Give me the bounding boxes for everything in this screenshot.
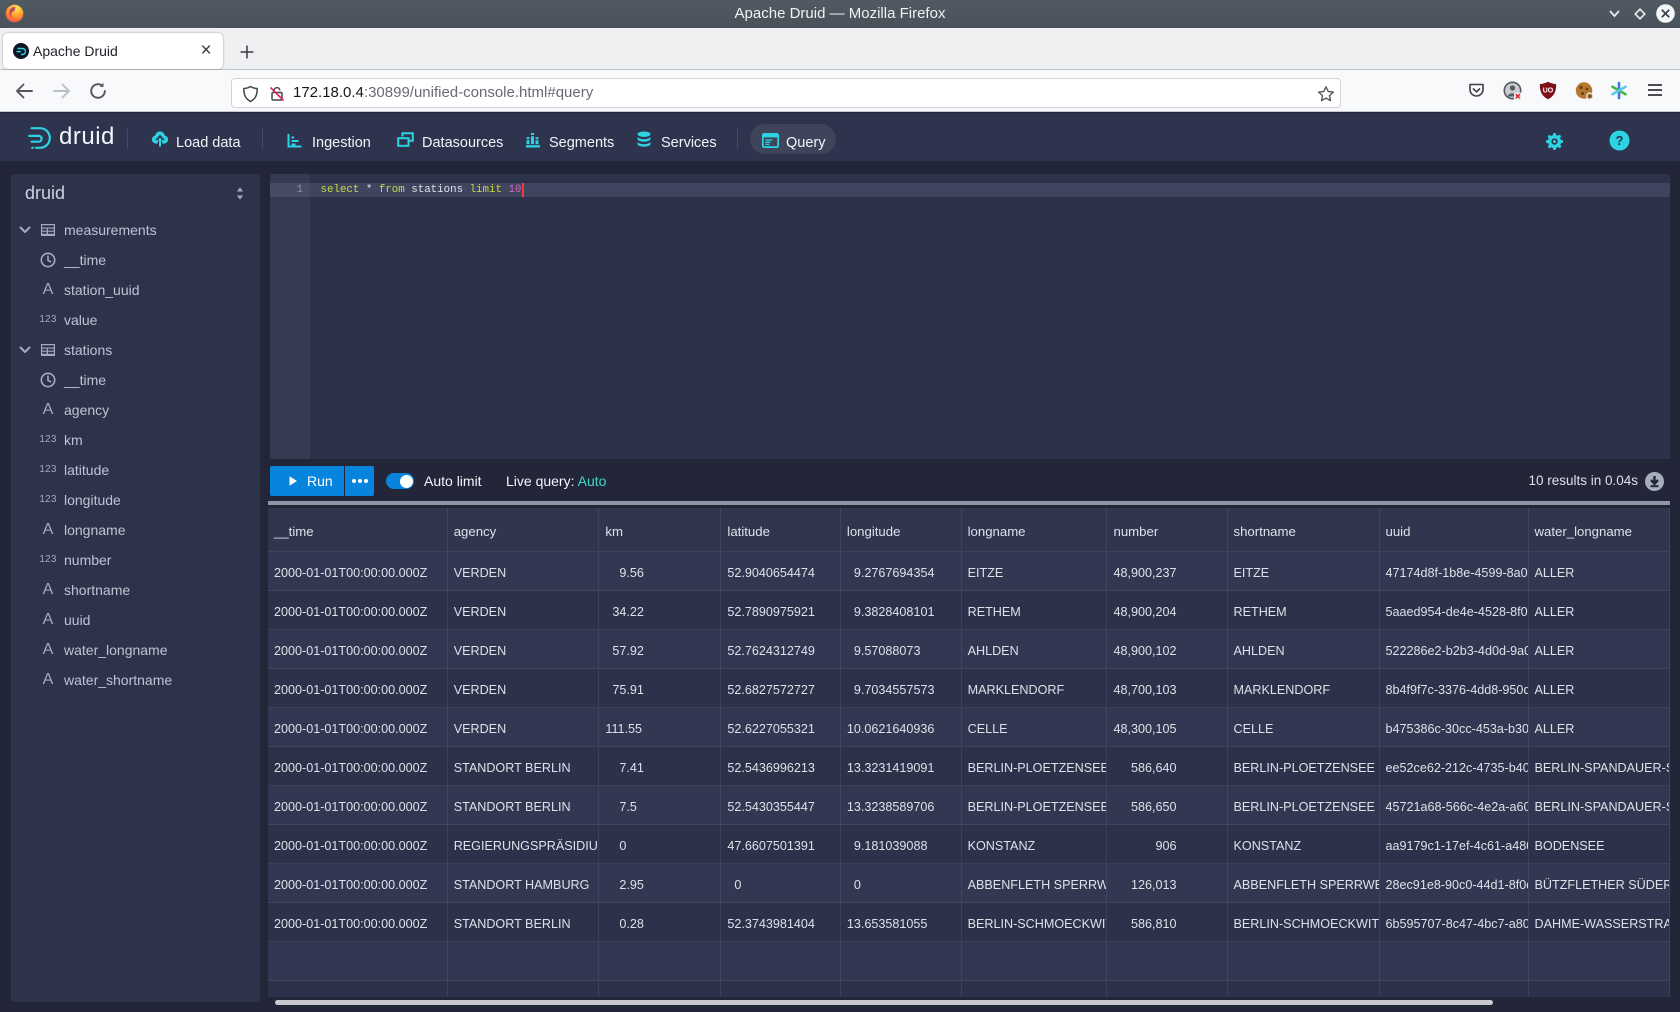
svg-text:UO: UO [1543,88,1554,95]
svg-text:?: ? [1616,133,1624,148]
